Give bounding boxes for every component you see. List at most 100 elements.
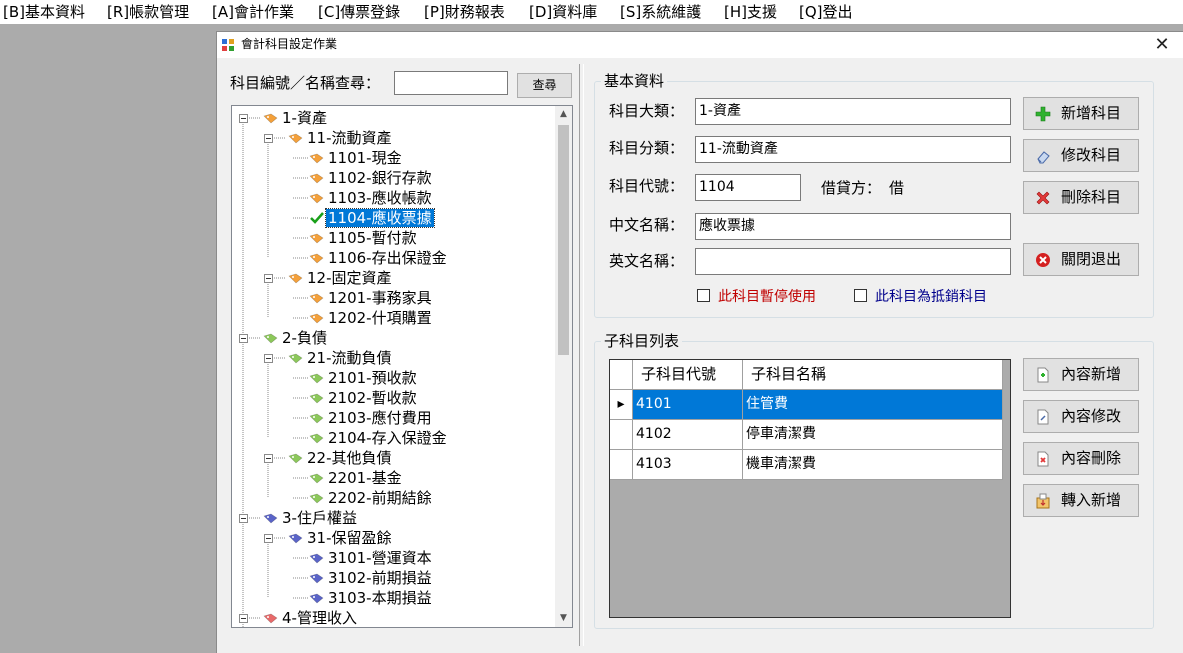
menu-logout[interactable]: [Q]登出 bbox=[799, 2, 853, 22]
tree-node[interactable]: 3103-本期損益 bbox=[232, 588, 552, 608]
collapse-toggle-icon[interactable] bbox=[239, 614, 248, 623]
column-header-name[interactable]: 子科目名稱 bbox=[743, 360, 1003, 390]
edit-account-button[interactable]: 修改科目 bbox=[1023, 139, 1139, 172]
major-field[interactable]: 1-資產 bbox=[695, 98, 1011, 125]
table-row[interactable]: ▸ 4101 住管費 bbox=[610, 390, 1003, 420]
tree-node-label[interactable]: 1201-事務家具 bbox=[326, 289, 434, 307]
offset-checkbox-box[interactable] bbox=[854, 289, 867, 302]
collapse-toggle-icon[interactable] bbox=[239, 114, 248, 123]
tree-node-label[interactable]: 1101-現金 bbox=[326, 149, 404, 167]
tree-node-label[interactable]: 1103-應收帳款 bbox=[326, 189, 434, 207]
tree-node[interactable]: 1102-銀行存款 bbox=[232, 168, 552, 188]
tree-node[interactable]: 12-固定資產 bbox=[232, 268, 552, 288]
tree-node-label[interactable]: 2102-暫收款 bbox=[326, 389, 419, 407]
close-icon[interactable]: ✕ bbox=[1150, 33, 1174, 57]
tree-node[interactable]: 1201-事務家具 bbox=[232, 288, 552, 308]
sub-name-cell[interactable]: 機車清潔費 bbox=[743, 450, 1003, 480]
sub-account-table[interactable]: 子科目代號 子科目名稱 ▸ 4101 住管費 4102 停車清潔費 4103 機… bbox=[609, 359, 1011, 618]
tree-node-label[interactable]: 3101-營運資本 bbox=[326, 549, 434, 567]
menu-accounting[interactable]: [A]會計作業 bbox=[212, 2, 294, 22]
tree-node-label[interactable]: 2103-應付費用 bbox=[326, 409, 434, 427]
tree-node[interactable]: 22-其他負債 bbox=[232, 448, 552, 468]
table-row[interactable]: 4102 停車清潔費 bbox=[610, 420, 1003, 450]
menu-financial-reports[interactable]: [P]財務報表 bbox=[424, 2, 505, 22]
menu-voucher[interactable]: [C]傳票登錄 bbox=[318, 2, 400, 22]
account-tree[interactable]: 1-資產 11-流動資產 1101-現金 1102-銀行存款 1103-應收帳款 1104… bbox=[231, 105, 573, 628]
tree-node[interactable]: 1-資產 bbox=[232, 108, 552, 128]
tree-node-label[interactable]: 2202-前期結餘 bbox=[326, 489, 434, 507]
tree-node[interactable]: 2102-暫收款 bbox=[232, 388, 552, 408]
panel-splitter[interactable] bbox=[579, 64, 584, 646]
menu-system[interactable]: [S]系統維護 bbox=[620, 2, 701, 22]
row-selector[interactable] bbox=[610, 450, 633, 480]
tree-node[interactable]: 4-管理收入 bbox=[232, 608, 552, 627]
tree-node[interactable]: 3101-營運資本 bbox=[232, 548, 552, 568]
code-field[interactable]: 1104 bbox=[695, 174, 801, 201]
suspend-checkbox-box[interactable] bbox=[697, 289, 710, 302]
content-delete-button[interactable]: 內容刪除 bbox=[1023, 442, 1139, 475]
tree-node[interactable]: 2103-應付費用 bbox=[232, 408, 552, 428]
delete-account-button[interactable]: 刪除科目 bbox=[1023, 181, 1139, 214]
menu-basic-data[interactable]: [B]基本資料 bbox=[3, 2, 85, 22]
menu-database[interactable]: [D]資料庫 bbox=[529, 2, 597, 22]
suspend-checkbox[interactable]: 此科目暫停使用 bbox=[697, 288, 816, 306]
tree-node-label[interactable]: 2-負債 bbox=[280, 329, 329, 347]
tree-node-label[interactable]: 31-保留盈餘 bbox=[305, 529, 394, 547]
import-add-button[interactable]: 轉入新增 bbox=[1023, 484, 1139, 517]
menu-support[interactable]: [H]支援 bbox=[724, 2, 777, 22]
search-button[interactable]: 查尋 bbox=[517, 73, 572, 98]
collapse-toggle-icon[interactable] bbox=[239, 334, 248, 343]
content-edit-button[interactable]: 內容修改 bbox=[1023, 400, 1139, 433]
row-selector[interactable] bbox=[610, 420, 633, 450]
tree-node[interactable]: 2101-預收款 bbox=[232, 368, 552, 388]
table-row[interactable]: 4103 機車清潔費 bbox=[610, 450, 1003, 480]
tree-node-label[interactable]: 1106-存出保證金 bbox=[326, 249, 449, 267]
tree-node-label[interactable]: 2201-基金 bbox=[326, 469, 404, 487]
collapse-toggle-icon[interactable] bbox=[264, 134, 273, 143]
tree-node-label[interactable]: 21-流動負債 bbox=[305, 349, 394, 367]
sub-code-cell[interactable]: 4103 bbox=[633, 450, 743, 480]
tree-node[interactable]: 2-負債 bbox=[232, 328, 552, 348]
tree-node-label[interactable]: 1102-銀行存款 bbox=[326, 169, 434, 187]
tree-node[interactable]: 21-流動負債 bbox=[232, 348, 552, 368]
tree-node[interactable]: 11-流動資產 bbox=[232, 128, 552, 148]
tree-node-label[interactable]: 11-流動資產 bbox=[305, 129, 394, 147]
category-field[interactable]: 11-流動資產 bbox=[695, 136, 1011, 163]
tree-node-label[interactable]: 12-固定資產 bbox=[305, 269, 394, 287]
tree-node[interactable]: 1106-存出保證金 bbox=[232, 248, 552, 268]
chinese-name-field[interactable]: 應收票據 bbox=[695, 213, 1011, 240]
collapse-toggle-icon[interactable] bbox=[264, 274, 273, 283]
sub-code-cell[interactable]: 4101 bbox=[633, 390, 743, 420]
tree-node[interactable]: 2202-前期結餘 bbox=[232, 488, 552, 508]
scroll-thumb[interactable] bbox=[558, 125, 569, 355]
tree-node[interactable]: 2201-基金 bbox=[232, 468, 552, 488]
scroll-down-icon[interactable]: ▼ bbox=[555, 610, 572, 627]
offset-checkbox[interactable]: 此科目為抵銷科目 bbox=[854, 288, 987, 306]
tree-node[interactable]: 31-保留盈餘 bbox=[232, 528, 552, 548]
tree-node-label[interactable]: 4-管理收入 bbox=[280, 609, 359, 627]
tree-node[interactable]: 2104-存入保證金 bbox=[232, 428, 552, 448]
collapse-toggle-icon[interactable] bbox=[264, 354, 273, 363]
search-input[interactable] bbox=[394, 71, 508, 95]
menu-accounts[interactable]: [R]帳款管理 bbox=[107, 2, 189, 22]
sub-code-cell[interactable]: 4102 bbox=[633, 420, 743, 450]
tree-node[interactable]: 1202-什項購置 bbox=[232, 308, 552, 328]
tree-scrollbar[interactable]: ▲ ▼ bbox=[555, 106, 572, 627]
scroll-up-icon[interactable]: ▲ bbox=[555, 106, 572, 123]
tree-node[interactable]: 1103-應收帳款 bbox=[232, 188, 552, 208]
close-exit-button[interactable]: 關閉退出 bbox=[1023, 243, 1139, 276]
sub-name-cell[interactable]: 住管費 bbox=[743, 390, 1003, 420]
tree-node-label[interactable]: 22-其他負債 bbox=[305, 449, 394, 467]
column-header-code[interactable]: 子科目代號 bbox=[633, 360, 743, 390]
tree-node[interactable]: 3-住戶權益 bbox=[232, 508, 552, 528]
collapse-toggle-icon[interactable] bbox=[239, 514, 248, 523]
tree-node[interactable]: 3102-前期損益 bbox=[232, 568, 552, 588]
tree-node-label[interactable]: 3-住戶權益 bbox=[280, 509, 359, 527]
collapse-toggle-icon[interactable] bbox=[264, 534, 273, 543]
add-account-button[interactable]: 新增科目 bbox=[1023, 97, 1139, 130]
tree-node-label[interactable]: 1104-應收票據 bbox=[325, 208, 435, 228]
tree-node[interactable]: 1104-應收票據 bbox=[232, 208, 552, 228]
tree-node[interactable]: 1105-暫付款 bbox=[232, 228, 552, 248]
collapse-toggle-icon[interactable] bbox=[264, 454, 273, 463]
tree-node-label[interactable]: 3103-本期損益 bbox=[326, 589, 434, 607]
